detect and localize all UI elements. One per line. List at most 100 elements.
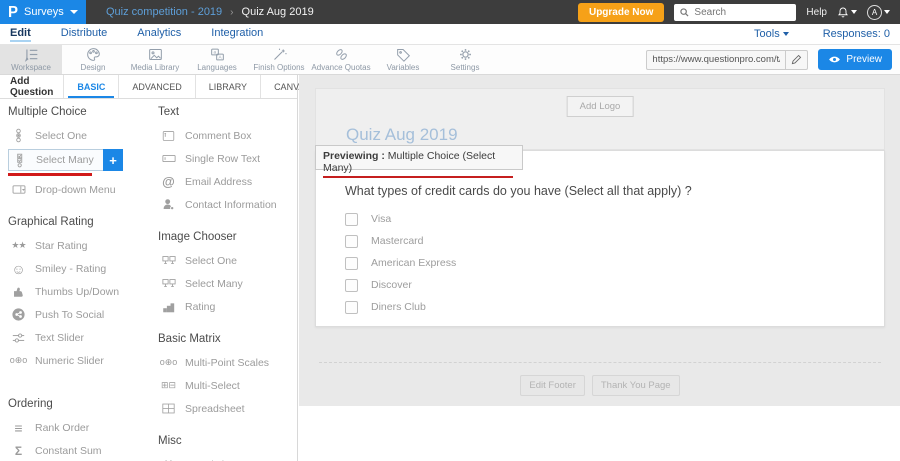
add-logo-button[interactable]: Add Logo [567,96,634,117]
edit-footer-button[interactable]: Edit Footer [520,375,584,396]
survey-url-input[interactable] [647,54,785,65]
add-question-button[interactable]: + [103,149,123,171]
checkbox-icon[interactable] [345,279,358,292]
question-types-column-1: Multiple Choice Select One Select Many + [8,104,150,461]
qtype-single-row-text[interactable]: Single Row Text [158,147,294,170]
spreadsheet-grid-icon [160,403,177,414]
tools-menu[interactable]: Tools [754,28,789,40]
previewing-red-underline [323,176,513,178]
checkbox-icon[interactable] [345,257,358,270]
rank-order-icon: ≡ [10,420,27,436]
option-row[interactable]: Discover [345,274,456,296]
nav-edit[interactable]: Edit [10,27,31,42]
multi-point-icon: o⊕o [160,357,177,368]
qtype-push-to-social[interactable]: Push To Social [8,303,150,326]
chevron-down-icon [851,10,857,14]
search-box[interactable] [674,4,796,21]
upgrade-now-button[interactable]: Upgrade Now [578,3,664,22]
survey-url-box [646,50,808,70]
qtype-text-slider[interactable]: Text Slider [8,326,150,349]
section-heading: Text [158,106,294,118]
qtype-multi-point-scales[interactable]: o⊕o Multi-Point Scales [158,351,294,374]
answer-options: Visa Mastercard American Express Discove… [345,208,456,318]
toolbar-variables[interactable]: Variables [372,45,434,74]
tab-advanced[interactable]: ADVANCED [118,75,194,98]
preview-button[interactable]: Preview [818,49,892,70]
section-nav: Edit Distribute Analytics Integration To… [0,24,900,45]
option-row[interactable]: Diners Club [345,296,456,318]
slider-icon [10,332,27,344]
breadcrumb-parent[interactable]: Quiz competition - 2019 [106,6,222,18]
account-menu[interactable]: A [867,5,890,20]
toolbar-advance-quotas[interactable]: Advance Quotas [310,45,372,74]
gear-icon [457,47,474,62]
topbar-right: Upgrade Now Help A [578,3,900,22]
smiley-icon: ☺ [10,261,27,277]
question-text[interactable]: What types of credit cards do you have (… [345,184,692,198]
qtype-dropdown-menu[interactable]: Drop-down Menu [8,178,150,201]
qtype-smiley-rating[interactable]: ☺ Smiley - Rating [8,257,150,280]
qtype-image-rating[interactable]: Rating [158,295,294,318]
option-row[interactable]: Mastercard [345,230,456,252]
qtype-multi-select[interactable]: ⊞⊟ Multi-Select [158,374,294,397]
edit-url-button[interactable] [785,51,807,69]
qtype-spreadsheet[interactable]: Spreadsheet [158,397,294,420]
survey-preview-area: Add Logo Quiz Aug 2019 Previewing : Mult… [299,75,900,461]
questionpro-logo-icon: P [8,4,18,20]
thank-you-page-button[interactable]: Thank You Page [592,375,680,396]
nav-integration[interactable]: Integration [211,27,263,42]
qtype-numeric-slider[interactable]: o⊕o Numeric Slider [8,349,150,372]
help-link[interactable]: Help [806,7,827,18]
qtype-select-many[interactable]: Select Many + [8,149,123,171]
rating-bars-icon [160,301,177,313]
option-row[interactable]: American Express [345,252,456,274]
toolbar-media-library[interactable]: Media Library [124,45,186,74]
chevron-down-icon [70,10,78,14]
survey-title[interactable]: Quiz Aug 2019 [346,125,458,145]
checkbox-icon[interactable] [345,301,358,314]
qtype-select-one[interactable]: Select One [8,124,150,147]
surveys-menu[interactable]: P Surveys [0,0,86,24]
chevron-down-icon [884,10,890,14]
qtype-constant-sum[interactable]: Σ Constant Sum [8,439,150,461]
eye-icon [828,55,841,64]
qtype-thumbs-up-down[interactable]: Thumbs Up/Down [8,280,150,303]
tab-library[interactable]: LIBRARY [195,75,260,98]
qtype-date-time[interactable]: Date / Time [158,453,294,461]
search-icon [680,8,689,17]
survey-frame: Add Logo Quiz Aug 2019 Previewing : Mult… [315,88,885,406]
panel-title: Add Question [0,75,63,98]
add-question-panel: Add Question BASIC ADVANCED LIBRARY CANV… [0,75,298,461]
top-bar: P Surveys Quiz competition - 2019 › Quiz… [0,0,900,24]
svg-text:a: a [213,50,216,55]
toolbar-settings[interactable]: Settings [434,45,496,74]
dropdown-icon [10,184,27,195]
bell-icon [837,6,849,19]
toolbar-design[interactable]: Design [62,45,124,74]
qtype-image-select-one[interactable]: Select One [158,249,294,272]
checkbox-icon[interactable] [345,235,358,248]
nav-distribute[interactable]: Distribute [61,27,107,42]
search-input[interactable] [694,7,784,18]
comment-box-icon [160,130,177,142]
image-select-many-icon [160,278,177,289]
toolbar-languages[interactable]: aA Languages [186,45,248,74]
selection-highlight-underline [8,173,92,176]
notifications-menu[interactable] [837,6,857,19]
option-row[interactable]: Visa [345,208,456,230]
previewing-prefix: Previewing : [323,150,385,162]
breadcrumb-current: Quiz Aug 2019 [242,6,314,18]
qtype-image-select-many[interactable]: Select Many [158,272,294,295]
multi-select-icon: ⊞⊟ [160,380,177,391]
qtype-comment-box[interactable]: Comment Box [158,124,294,147]
qtype-star-rating[interactable]: ★★ Star Rating [8,234,150,257]
checkbox-icon[interactable] [345,213,358,226]
toolbar-workspace[interactable]: Workspace [0,45,62,74]
qtype-contact-information[interactable]: Contact Information [158,193,294,216]
qtype-rank-order[interactable]: ≡ Rank Order [8,416,150,439]
toolbar-finish-options[interactable]: Finish Options [248,45,310,74]
responses-count[interactable]: Responses: 0 [823,28,890,40]
tab-basic[interactable]: BASIC [63,75,118,98]
qtype-email-address[interactable]: @ Email Address [158,170,294,193]
nav-analytics[interactable]: Analytics [137,27,181,42]
